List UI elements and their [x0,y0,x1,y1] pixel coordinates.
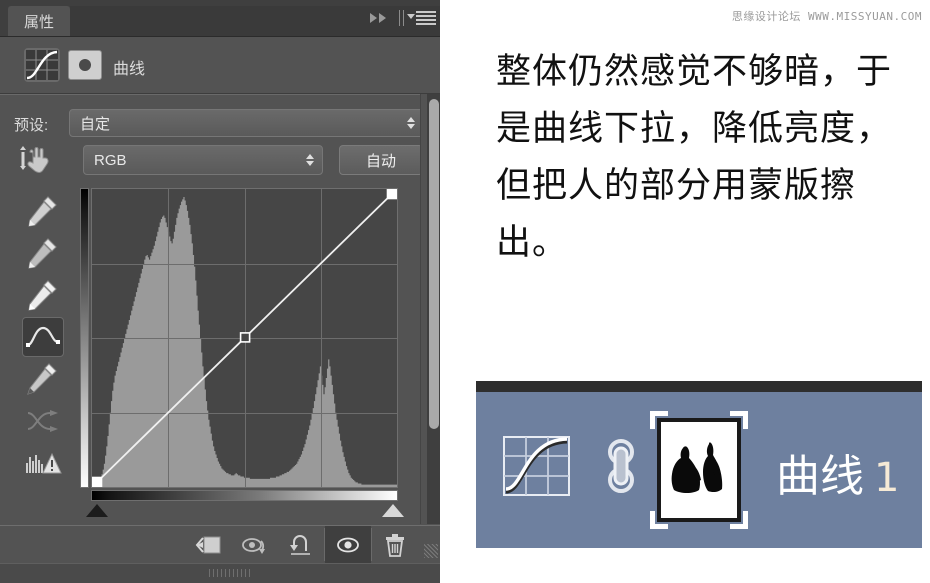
mask-thumbnail-image [657,418,741,522]
black-point-eyedropper-icon[interactable] [22,191,64,231]
auto-button[interactable]: 自动 [339,145,423,175]
panel-resize-grip[interactable] [424,544,438,558]
mask-corner-tr-v [743,411,748,429]
preset-value: 自定 [80,115,111,133]
collapse-panel-icon[interactable] [367,9,393,27]
layer-name: 曲线 1 [776,440,899,504]
watermark-text: 思缘设计论坛 WWW.MISSYUAN.COM [731,10,922,23]
panel-scrollbar-thumb[interactable] [429,99,439,429]
layer-mask-thumbnail-selected[interactable] [650,411,748,529]
mask-corner-bl-v [650,511,655,529]
preset-stepper-icon [407,117,415,129]
preview-previous-state-button[interactable] [232,526,278,563]
layer-name-text: 曲线 [776,451,864,502]
channel-value: RGB [94,151,127,169]
curve-point-tool-icon[interactable] [22,317,64,357]
layer-name-number: 1 [874,455,900,501]
mask-corner-br-v [743,511,748,529]
panel-bottom-grip[interactable] [0,563,440,583]
link-mask-icon[interactable] [601,434,641,498]
panel-footer-toolbar [0,525,440,564]
preset-row: 预设: 自定 [14,109,424,137]
mask-corner-tl-v [650,411,655,429]
curve-plot-area[interactable] [91,188,398,488]
layer-row[interactable]: 曲线 1 [476,381,922,548]
reset-button[interactable] [278,526,324,563]
curve-control-point[interactable] [239,332,251,343]
curves-graph[interactable] [80,188,404,517]
properties-panel: 属性 曲线 预设: 自定 RGB 自动 [0,0,440,583]
panel-menu-triangle [407,14,415,19]
mask-content [661,422,737,518]
preset-label: 预设: [14,117,49,134]
panel-menu-icon[interactable] [406,8,438,28]
histogram-warning-icon[interactable] [22,443,64,483]
adjustment-title: 曲线 [113,61,146,78]
pencil-draw-curve-icon[interactable] [22,359,64,399]
panel-tab-bar: 属性 [0,0,440,37]
grip-lines [209,569,253,577]
curve-plot-svg[interactable] [92,189,397,487]
auto-button-label: 自动 [365,152,396,170]
panel-toolbar-divider [399,10,404,26]
white-point-slider[interactable] [382,504,404,517]
white-point-eyedropper-icon[interactable] [22,275,64,315]
panel-menu-lines [416,11,436,25]
mask-dot [79,59,91,71]
curve-control-point[interactable] [386,189,397,200]
channel-row: RGB 自动 [14,145,424,177]
channel-select[interactable]: RGB [83,145,323,175]
curves-layer-thumbnail-icon[interactable] [503,436,570,496]
curve-tools-column [22,191,68,481]
channel-stepper-icon [306,154,314,166]
layer-mask-thumbnail-icon[interactable] [68,50,102,80]
tutorial-caption: 整体仍然感觉不够暗，于是曲线下拉，降低亮度，但把人的部分用蒙版擦出。 [496,52,893,263]
panel-scrollbar-track[interactable] [427,94,440,524]
tab-properties-label: 属性 [23,13,54,31]
output-gradient-strip [80,188,89,488]
toggle-visibility-button[interactable] [325,526,371,563]
input-gradient-strip [91,490,398,501]
curve-control-point[interactable] [92,476,103,487]
gray-point-eyedropper-icon[interactable] [22,233,64,273]
preset-select[interactable]: 自定 [69,109,424,137]
adjustment-header: 曲线 [0,37,440,94]
panel-body: 预设: 自定 RGB 自动 [0,94,440,525]
smooth-curve-icon[interactable] [22,401,64,441]
black-point-slider[interactable] [86,504,108,517]
clip-to-layer-button[interactable] [186,526,232,563]
curves-adjustment-icon[interactable] [24,48,60,82]
on-image-adjust-icon[interactable] [14,144,58,176]
tab-properties[interactable]: 属性 [8,6,70,36]
delete-layer-button[interactable] [372,526,418,563]
